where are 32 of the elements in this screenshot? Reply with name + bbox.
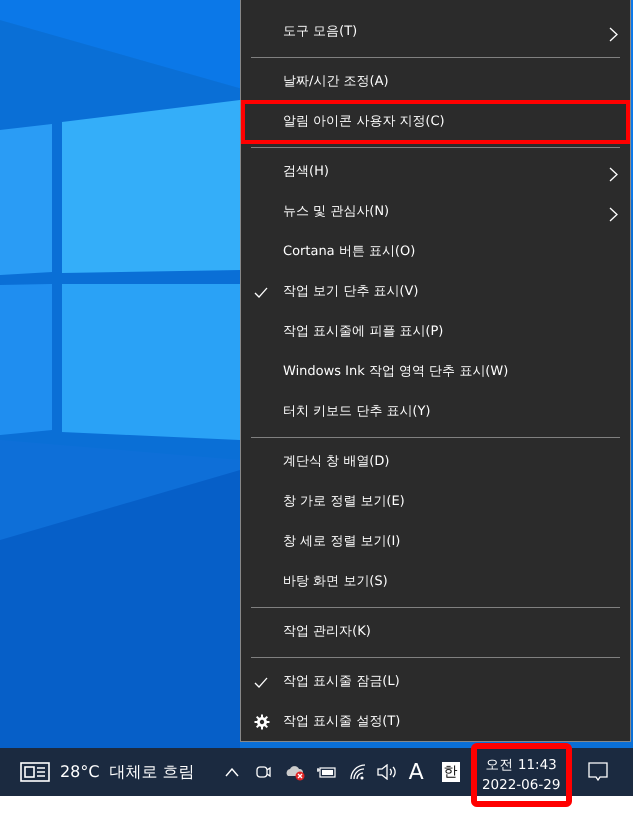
menu-item[interactable]: 바탕 화면 보기(S): [241, 562, 630, 602]
menu-item[interactable]: 도구 모음(T): [241, 12, 630, 52]
menu-item[interactable]: 날짜/시간 조정(A): [241, 62, 630, 102]
notification-icon[interactable]: [588, 762, 608, 782]
language-indicator[interactable]: 한: [442, 762, 460, 782]
menu-item[interactable]: 작업 표시줄에 피플 표시(P): [241, 312, 630, 352]
speaker-icon[interactable]: [376, 764, 397, 780]
temperature-text[interactable]: 28°C: [60, 760, 100, 784]
weather-text[interactable]: 대체로 흐림: [110, 760, 195, 784]
cloud-error-icon[interactable]: [284, 763, 307, 781]
settings-icon: [254, 713, 270, 732]
menu-item[interactable]: 계단식 창 배열(D): [241, 442, 630, 482]
date-text: 2022-06-29: [482, 776, 560, 795]
menu-item[interactable]: 터치 키보드 단추 표시(Y): [241, 392, 630, 432]
chevron-up-icon[interactable]: [224, 768, 239, 776]
time-text: 오전 11:43: [486, 756, 557, 775]
menu-item[interactable]: 창 가로 정렬 보기(E): [241, 482, 630, 522]
menu-item[interactable]: 뉴스 및 관심사(N): [241, 192, 630, 232]
menu-item[interactable]: 검색(H): [241, 152, 630, 192]
menu-item[interactable]: 작업 표시줄 잠금(L): [241, 662, 630, 702]
menu-item[interactable]: 작업 표시줄 설정(T): [241, 702, 630, 742]
news-icon[interactable]: [20, 762, 50, 782]
battery-icon[interactable]: [316, 765, 337, 779]
clock[interactable]: 오전 11:43 2022-06-29: [474, 746, 569, 804]
menu-item[interactable]: Cortana 버튼 표시(O): [241, 232, 630, 272]
wifi-icon[interactable]: [348, 764, 367, 780]
menu-item[interactable]: 작업 보기 단추 표시(V): [241, 272, 630, 312]
menu-item[interactable]: 작업 관리자(K): [241, 612, 630, 652]
menu-item[interactable]: Windows Ink 작업 영역 단추 표시(W): [241, 352, 630, 392]
input-mode-indicator[interactable]: A: [408, 756, 424, 788]
menu-item[interactable]: 알림 아이콘 사용자 지정(C): [243, 102, 628, 142]
menu-item[interactable]: 창 세로 정렬 보기(I): [241, 522, 630, 562]
